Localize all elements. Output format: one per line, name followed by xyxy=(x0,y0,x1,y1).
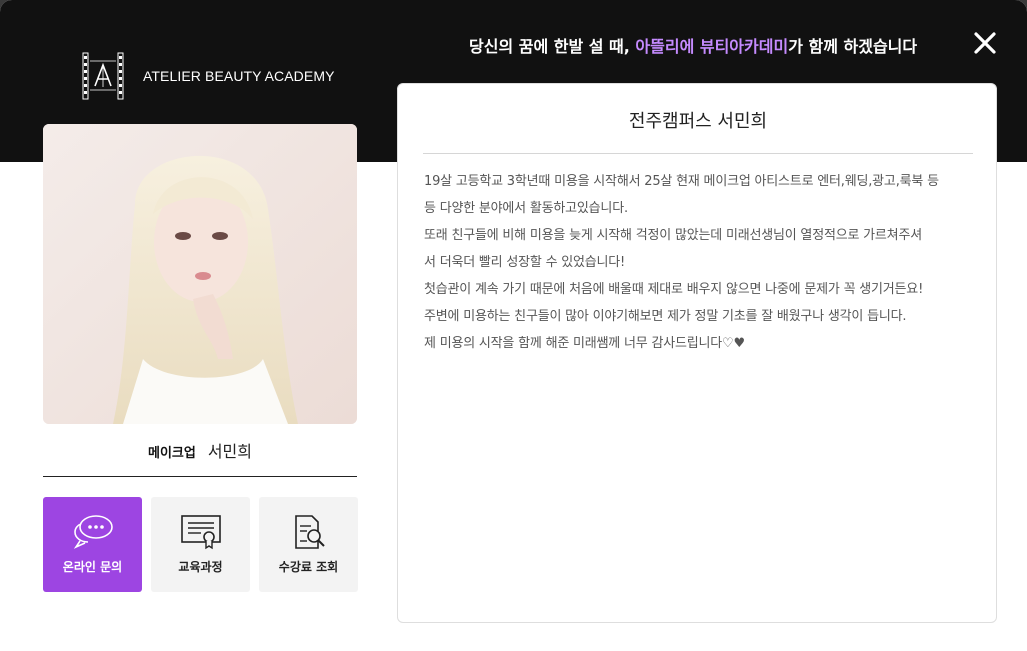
review-line: 등 다양한 분야에서 활동하고있습니다. xyxy=(424,201,628,216)
academy-logo: ATELIER BEAUTY ACADEMY xyxy=(82,52,335,100)
review-body: 19살 고등학교 3학년때 미용을 시작해서 25살 현재 메이크업 아티스트로… xyxy=(424,168,979,357)
headline-accent: 아뜰리에 뷰티아카데미 xyxy=(635,37,789,56)
chat-bubbles-icon xyxy=(73,515,113,549)
review-title: 전주캠퍼스 서민희 xyxy=(423,84,973,154)
curriculum-label: 교육과정 xyxy=(178,560,223,574)
close-icon[interactable] xyxy=(970,28,1000,58)
logo-mark-icon xyxy=(82,52,124,100)
brand-name: ATELIER BEAUTY ACADEMY xyxy=(143,68,335,84)
headline: 당신의 꿈에 한발 설 때, 아뜰리에 뷰티아카데미가 함께 하겠습니다 xyxy=(469,33,917,57)
review-line: 첫습관이 계속 가기 때문에 처음에 배울때 제대로 배우지 않으면 나중에 문… xyxy=(424,282,924,297)
profile-name-row: 메이크업 서민희 xyxy=(43,438,357,477)
certificate-icon xyxy=(180,515,221,550)
document-search-icon xyxy=(294,515,325,549)
profile-category: 메이크업 xyxy=(147,446,196,461)
review-line: 서 더욱더 빨리 성장할 수 있었습니다! xyxy=(424,255,626,270)
modal: ATELIER BEAUTY ACADEMY 당신의 꿈에 한발 설 때, 아뜰… xyxy=(0,0,1027,651)
curriculum-button[interactable]: 교육과정 xyxy=(151,497,250,592)
headline-post: 가 함께 하겠습니다 xyxy=(788,37,918,56)
profile-photo xyxy=(43,124,357,424)
action-buttons: 온라인 문의 교육과정 수강료 조회 xyxy=(43,497,358,592)
review-line: 또래 친구들에 비해 미용을 늦게 시작해 걱정이 많았는데 미래선생님이 열정… xyxy=(424,228,922,243)
online-inquiry-label: 온라인 문의 xyxy=(62,560,123,574)
tuition-lookup-button[interactable]: 수강료 조회 xyxy=(259,497,358,592)
review-line: 주변에 미용하는 친구들이 많아 이야기해보면 제가 정말 기초를 잘 배웠구나… xyxy=(424,309,907,324)
headline-pre: 당신의 꿈에 한발 설 때, xyxy=(469,37,636,56)
review-line: 제 미용의 시작을 함께 해준 미래쌤께 너무 감사드립니다♡♥ xyxy=(424,336,745,351)
review-line: 19살 고등학교 3학년때 미용을 시작해서 25살 현재 메이크업 아티스트로… xyxy=(424,174,939,189)
profile-name: 서민희 xyxy=(207,442,252,461)
online-inquiry-button[interactable]: 온라인 문의 xyxy=(43,497,142,592)
tuition-lookup-label: 수강료 조회 xyxy=(278,560,339,574)
review-card: 전주캠퍼스 서민희 19살 고등학교 3학년때 미용을 시작해서 25살 현재 … xyxy=(397,83,997,623)
close-button[interactable] xyxy=(970,28,1000,58)
